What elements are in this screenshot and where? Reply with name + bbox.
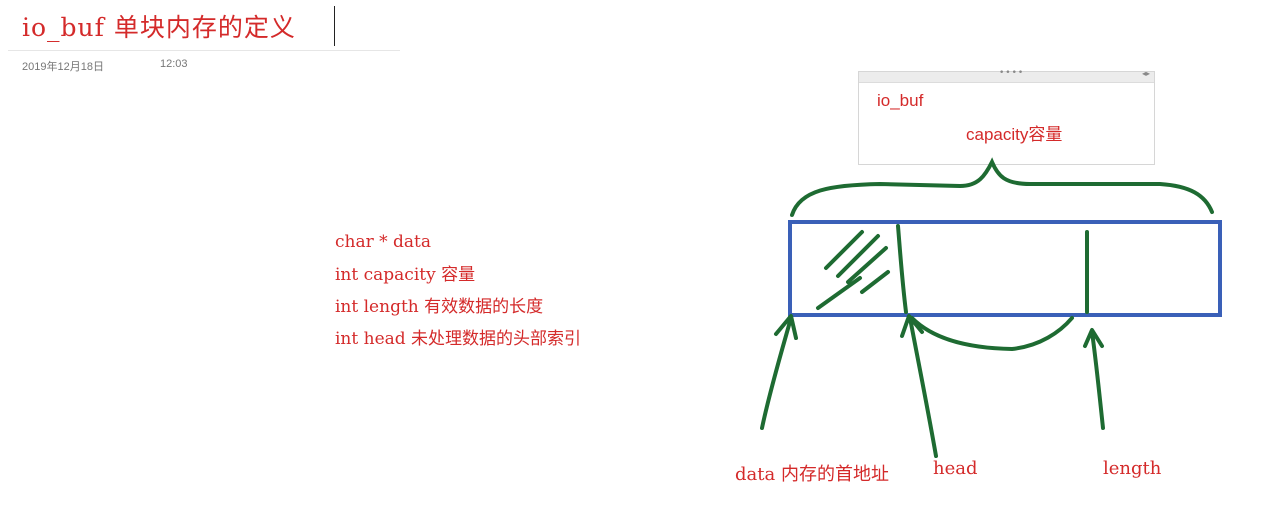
length-arrow bbox=[1083, 328, 1105, 430]
head-pointer-label: head bbox=[933, 458, 978, 479]
buffer-rect bbox=[788, 220, 1222, 317]
length-brace bbox=[910, 316, 1074, 352]
head-divider bbox=[896, 224, 908, 314]
data-pointer-label: data 内存的首地址 bbox=[735, 464, 889, 485]
buffer-diagram bbox=[760, 157, 1222, 458]
capacity-brace bbox=[790, 157, 1214, 217]
processed-hatch bbox=[816, 230, 890, 310]
head-arrow bbox=[900, 314, 938, 458]
data-arrow bbox=[760, 314, 798, 430]
length-pointer-label: length bbox=[1103, 458, 1162, 479]
